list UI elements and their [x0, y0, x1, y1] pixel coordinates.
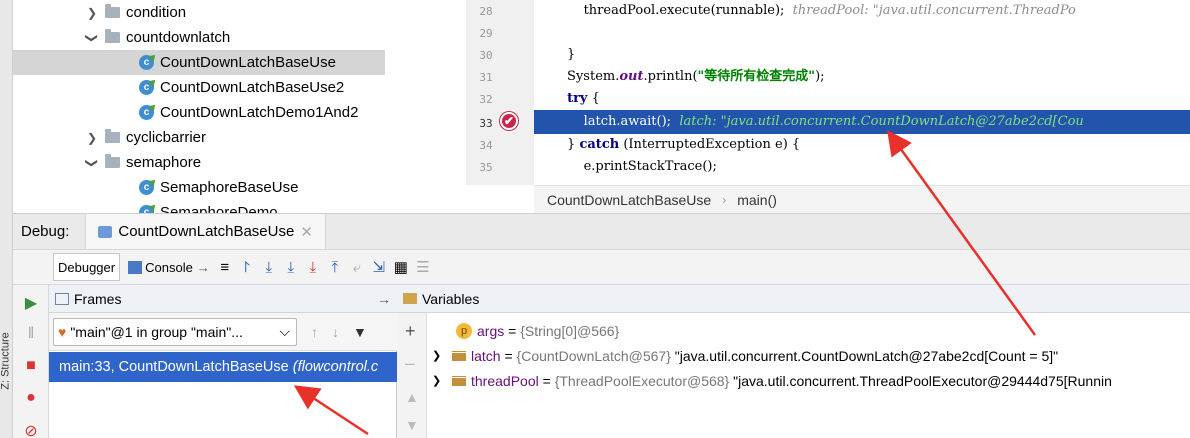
annotation-arrow: [887, 129, 1037, 336]
ide-window: ❯ condition ❯ countdownlatch c CountDown…: [0, 0, 1190, 438]
annotation-arrow: [293, 385, 369, 436]
annotation-arrows: [293, 129, 1037, 436]
